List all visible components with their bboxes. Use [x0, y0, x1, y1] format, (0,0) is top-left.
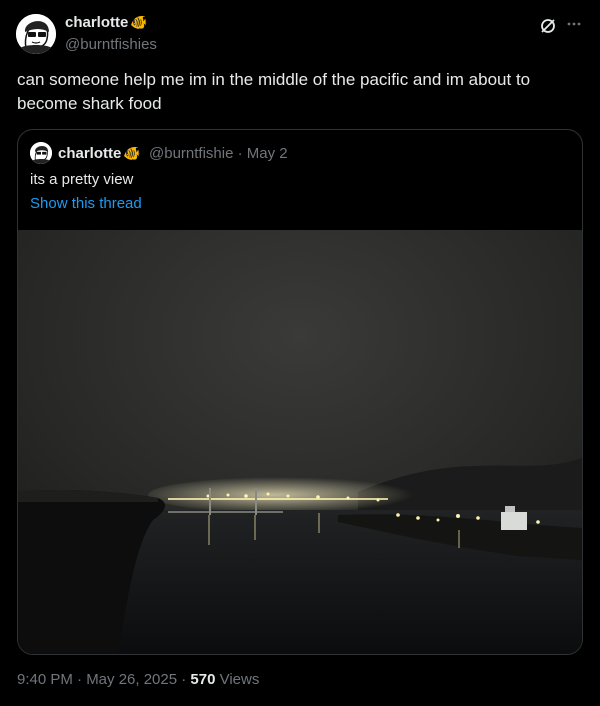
quoted-author-name[interactable]: charlotte 🐠	[58, 145, 141, 162]
fish-emoji-icon: 🐠	[130, 14, 148, 30]
author-avatar[interactable]	[16, 14, 56, 54]
author-name-text[interactable]: charlotte	[65, 14, 128, 31]
author-name[interactable]: charlotte 🐠	[65, 14, 148, 31]
quoted-avatar[interactable]	[30, 142, 52, 164]
views-label: Views	[215, 671, 260, 688]
timestamp[interactable]: 9:40 PM · May 26, 2025 ·	[17, 671, 190, 688]
quoted-text: its a pretty view	[30, 171, 134, 188]
views-count: 570	[190, 671, 216, 688]
quoted-tweet[interactable]: charlotte 🐠 @burntfishie · May 2 its a p…	[17, 129, 583, 655]
quoted-date: · May 2	[237, 145, 288, 162]
tweet-text: can someone help me im in the middle of …	[17, 70, 531, 113]
night-harbor-photo[interactable]	[18, 230, 582, 654]
tweet-footer: 9:40 PM · May 26, 2025 · 570 Views	[17, 671, 259, 688]
quoted-handle-date: @burntfishie · May 2	[149, 145, 288, 162]
grok-icon[interactable]	[538, 16, 558, 36]
more-icon[interactable]	[564, 14, 584, 34]
fish-emoji-icon: 🐠	[123, 145, 141, 161]
author-handle[interactable]: @burntfishies	[65, 36, 157, 53]
quoted-author-name-text[interactable]: charlotte	[58, 145, 121, 162]
tweet: charlotte 🐠 @burntfishies can someone he…	[0, 0, 600, 706]
quoted-handle[interactable]: @burntfishie	[149, 145, 233, 162]
show-thread-link[interactable]: Show this thread	[30, 195, 142, 212]
